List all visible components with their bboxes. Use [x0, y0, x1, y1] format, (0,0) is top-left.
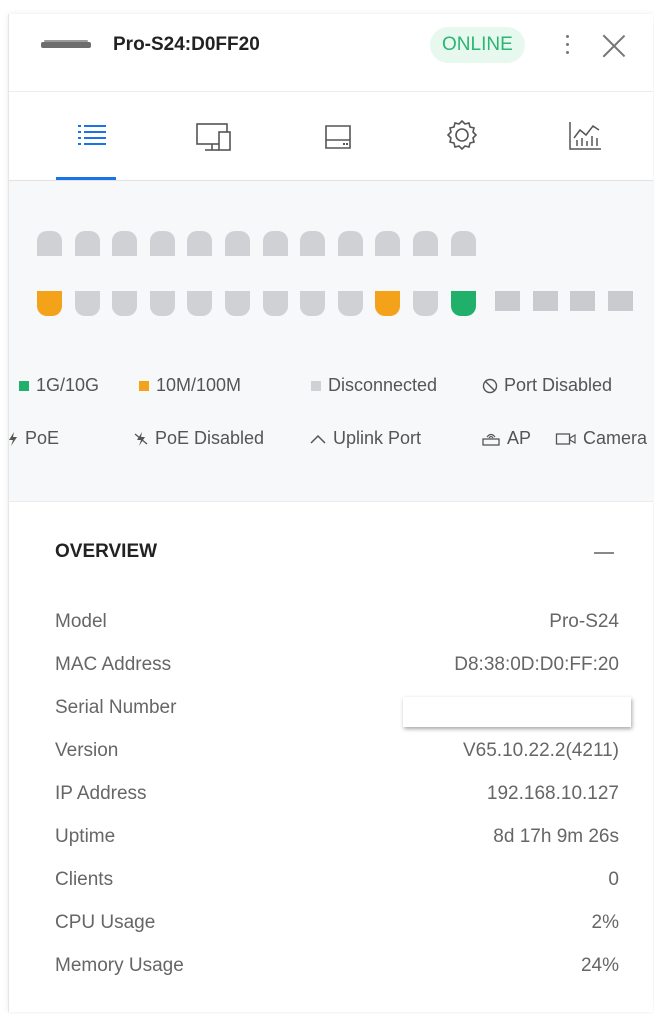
device-detail-panel: Pro-S24:D0FF20 ONLINE 1G/10G 10M/100M Di…: [8, 14, 653, 1012]
legend-uplink-label: Uplink Port: [333, 428, 422, 448]
port-top-10[interactable]: [375, 231, 401, 256]
legend-disconnected: Disconnected: [311, 375, 437, 396]
port-top-5[interactable]: [187, 231, 213, 256]
more-options-icon[interactable]: [557, 30, 577, 64]
overview-value: Pro-S24: [549, 611, 619, 632]
legend-fast-label: 10M/100M: [156, 375, 242, 395]
overview-label: Model: [55, 611, 107, 632]
port-bottom-12[interactable]: [450, 291, 476, 316]
active-tab-indicator: [56, 177, 116, 180]
sfp-port-1[interactable]: [495, 291, 520, 311]
overview-value: 2%: [591, 912, 619, 933]
port-bottom-5[interactable]: [187, 291, 213, 316]
overview-value: V65.10.22.2(4211): [463, 740, 619, 761]
legend-poe-disabled: PoE Disabled: [133, 428, 264, 449]
port-panel: 1G/10G 10M/100M Disconnected Port Disabl…: [9, 181, 653, 502]
port-top-3[interactable]: [112, 231, 138, 256]
overview-value: 8d 17h 9m 26s: [493, 826, 619, 847]
overview-label: Memory Usage: [55, 955, 184, 976]
sfp-port-4[interactable]: [607, 291, 633, 311]
port-top-1[interactable]: [37, 231, 62, 256]
tab-statistics[interactable]: [545, 92, 625, 180]
panel-header: Pro-S24:D0FF20 ONLINE: [9, 14, 653, 92]
port-top-11[interactable]: [413, 231, 438, 256]
overview-title: OVERVIEW: [55, 541, 158, 562]
overview-value: 24%: [580, 955, 619, 976]
overview-label: MAC Address: [55, 654, 172, 675]
poe-icon: [9, 431, 19, 447]
legend-fast: 10M/100M: [139, 375, 241, 396]
overview-label: Serial Number: [55, 697, 177, 718]
legend-ap-label: AP: [507, 428, 532, 448]
legend-poe-label: PoE: [25, 428, 60, 448]
port-top-9[interactable]: [337, 231, 363, 256]
overview-label: Version: [55, 740, 119, 761]
port-bottom-8[interactable]: [300, 291, 326, 316]
sfp-port-2[interactable]: [532, 291, 558, 311]
close-icon[interactable]: [602, 34, 626, 58]
legend-gigabit-label: 1G/10G: [36, 375, 100, 395]
legend-port-disabled: Port Disabled: [482, 375, 612, 396]
tab-ports[interactable]: [298, 92, 378, 180]
port-bottom-2[interactable]: [74, 291, 100, 316]
status-badge: ONLINE: [430, 27, 525, 63]
legend-ap: AP: [481, 428, 531, 449]
legend-poe: PoE: [9, 428, 60, 449]
port-bottom-7[interactable]: [262, 291, 288, 316]
tab-clients[interactable]: [173, 92, 253, 180]
port-top-12[interactable]: [450, 231, 476, 256]
port-bottom-9[interactable]: [337, 291, 363, 316]
drive-icon: [325, 125, 351, 149]
ap-icon: [481, 431, 501, 447]
switch-device-icon: [41, 40, 91, 48]
overview-label: Clients: [55, 869, 114, 890]
port-bottom-11[interactable]: [413, 291, 438, 316]
devices-icon: [196, 123, 231, 151]
port-bottom-3[interactable]: [112, 291, 138, 316]
overview-value: D8:38:0D:D0:FF:20: [454, 654, 619, 675]
camera-icon: [555, 432, 577, 446]
port-top-8[interactable]: [300, 231, 326, 256]
legend-uplink: Uplink Port: [309, 428, 421, 449]
uplink-icon: [309, 433, 327, 445]
disconnected-swatch: [311, 380, 321, 391]
legend-gigabit: 1G/10G: [19, 375, 99, 396]
legend-camera: Camera: [555, 428, 647, 449]
overview-label: Uptime: [55, 826, 116, 847]
port-bottom-4[interactable]: [149, 291, 175, 316]
tab-bar: [9, 92, 653, 181]
tab-overview[interactable]: [54, 92, 134, 180]
port-top-7[interactable]: [262, 231, 288, 256]
list-icon: [78, 125, 106, 145]
gigabit-swatch: [19, 380, 29, 391]
overview-label: IP Address: [55, 783, 147, 804]
collapse-icon[interactable]: [594, 552, 614, 554]
overview-label: CPU Usage: [55, 912, 156, 933]
port-bottom-1[interactable]: [37, 291, 62, 316]
overview-value: 0: [608, 869, 619, 890]
port-top-4[interactable]: [149, 231, 175, 256]
device-name: Pro-S24:D0FF20: [113, 34, 260, 55]
port-top-2[interactable]: [74, 231, 100, 256]
legend-camera-label: Camera: [583, 428, 648, 448]
port-bottom-6[interactable]: [225, 291, 250, 316]
gear-icon: [446, 119, 478, 151]
serial-number-redaction: [403, 697, 631, 727]
sfp-port-3[interactable]: [570, 291, 596, 311]
port-disabled-icon: [482, 378, 498, 394]
chart-icon: [569, 122, 601, 150]
port-bottom-10[interactable]: [375, 291, 401, 316]
legend-port-disabled-label: Port Disabled: [504, 375, 613, 395]
overview-value: 192.168.10.127: [486, 783, 619, 804]
poe-disabled-icon: [133, 431, 149, 447]
legend-disconnected-label: Disconnected: [328, 375, 438, 395]
fast-swatch: [139, 380, 149, 391]
tab-settings[interactable]: [422, 92, 502, 180]
legend-poe-disabled-label: PoE Disabled: [155, 428, 265, 448]
port-top-6[interactable]: [225, 231, 250, 256]
